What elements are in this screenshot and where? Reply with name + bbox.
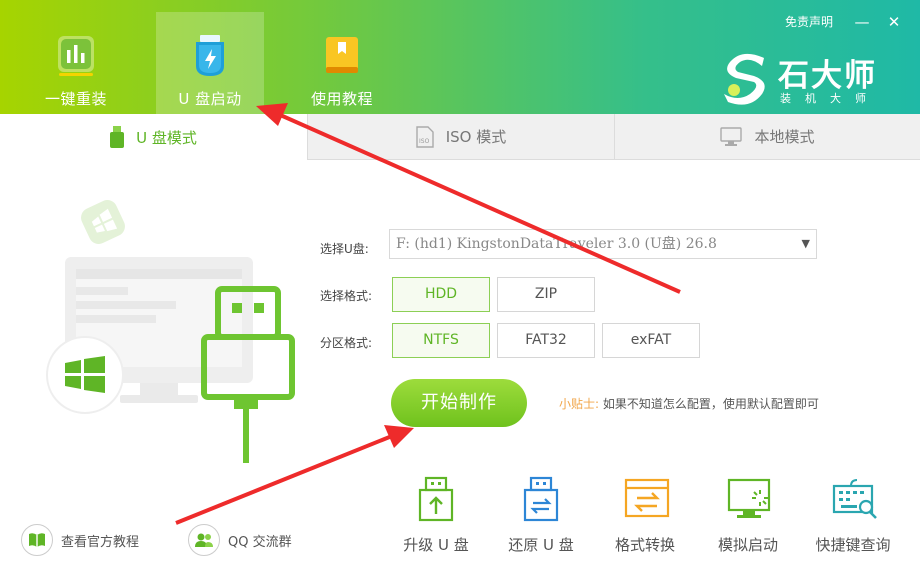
partition-option-fat32[interactable]: FAT32 [497, 323, 595, 358]
book-icon [326, 37, 358, 73]
simulate-boot-icon [727, 478, 771, 518]
tool-label: 升级 U 盘 [403, 536, 469, 554]
tab-label: 本地模式 [754, 128, 815, 146]
tool-label: 还原 U 盘 [508, 536, 574, 554]
keyboard-search-icon [832, 479, 877, 519]
usb-select-value: F: (hd1) KingstonDataTraveler 3.0 (U盘) 2… [396, 236, 717, 252]
format-option-hdd[interactable]: HDD [392, 277, 490, 312]
brand-subtitle: 装机大师 [780, 92, 880, 105]
tip-text: 小贴士: 如果不知道怎么配置，使用默认配置即可 [559, 395, 819, 412]
small-windows-badge-icon [81, 200, 125, 244]
tip-body: 如果不知道怎么配置，使用默认配置即可 [602, 397, 819, 411]
tab-label: U 盘模式 [136, 128, 197, 147]
svg-text:ISO: ISO [419, 138, 430, 145]
disclaimer-link[interactable]: 免责声明 [785, 13, 833, 30]
format-label: 选择格式: [320, 289, 373, 303]
brand-logo: 石大师 装机大师 [720, 48, 890, 108]
group-icon [188, 524, 220, 556]
brand-title: 石大师 [778, 58, 877, 94]
partition-label: 分区格式: [320, 336, 373, 350]
tab-usb-mode[interactable]: U 盘模式 [0, 114, 307, 160]
windows-logo-icon [46, 336, 124, 414]
tab-label: ISO 模式 [445, 128, 507, 146]
partition-option-exfat[interactable]: exFAT [602, 323, 700, 358]
nav-tab-label: 使用教程 [310, 90, 373, 108]
tab-local-mode[interactable]: 本地模式 [614, 114, 920, 160]
format-convert-icon [624, 478, 670, 518]
usb-drive-icon [196, 35, 224, 76]
tool-restore-usb[interactable]: 还原 U 盘 [496, 476, 586, 556]
official-tutorial-link[interactable]: 查看官方教程 [21, 523, 139, 557]
nav-tab-label: 一键重装 [44, 90, 107, 108]
format-option-zip[interactable]: ZIP [497, 277, 595, 312]
app-header: 一键重装 U 盘启动 使用教程 免责声明 — ✕ 石大师 装机大师 [0, 0, 920, 114]
partition-option-ntfs[interactable]: NTFS [392, 323, 490, 358]
tab-iso-mode[interactable]: ISO ISO 模式 [307, 114, 614, 160]
tool-shortcut-query[interactable]: 快捷键查询 [808, 476, 898, 556]
tool-label: 格式转换 [614, 536, 675, 554]
usb-illustration [46, 200, 295, 463]
monitor-icon [720, 126, 743, 146]
bar-chart-icon [58, 36, 94, 76]
tool-label: 模拟启动 [717, 536, 778, 554]
official-tutorial-label: 查看官方教程 [61, 534, 140, 550]
brand-mark-icon [724, 53, 765, 105]
usb-restore-icon [523, 476, 559, 522]
qq-group-link[interactable]: QQ 交流群 [188, 523, 292, 557]
chevron-down-icon[interactable]: ▼ [802, 230, 810, 258]
close-button[interactable]: ✕ [884, 12, 904, 32]
usb-stick-icon [110, 126, 125, 148]
tool-label: 快捷键查询 [815, 536, 891, 554]
nav-tab-label: U 盘启动 [178, 90, 242, 108]
usb-select-label: 选择U盘: [320, 242, 369, 256]
book-open-icon [21, 524, 53, 556]
qq-group-label: QQ 交流群 [228, 534, 292, 550]
tool-simulate-boot[interactable]: 模拟启动 [703, 476, 793, 556]
window-top-links: 免责声明 — ✕ [0, 13, 920, 31]
tip-key: 小贴士: [559, 397, 600, 411]
iso-file-icon: ISO [416, 125, 434, 148]
minimize-button[interactable]: — [852, 12, 872, 32]
usb-select-dropdown[interactable]: F: (hd1) KingstonDataTraveler 3.0 (U盘) 2… [389, 229, 817, 259]
tool-format-convert[interactable]: 格式转换 [600, 476, 690, 556]
tool-upgrade-usb[interactable]: 升级 U 盘 [391, 476, 481, 556]
usb-upgrade-icon [418, 476, 454, 522]
mode-tabs: U 盘模式 ISO ISO 模式 本地模式 [0, 114, 920, 160]
start-make-button[interactable]: 开始制作 [391, 379, 527, 427]
